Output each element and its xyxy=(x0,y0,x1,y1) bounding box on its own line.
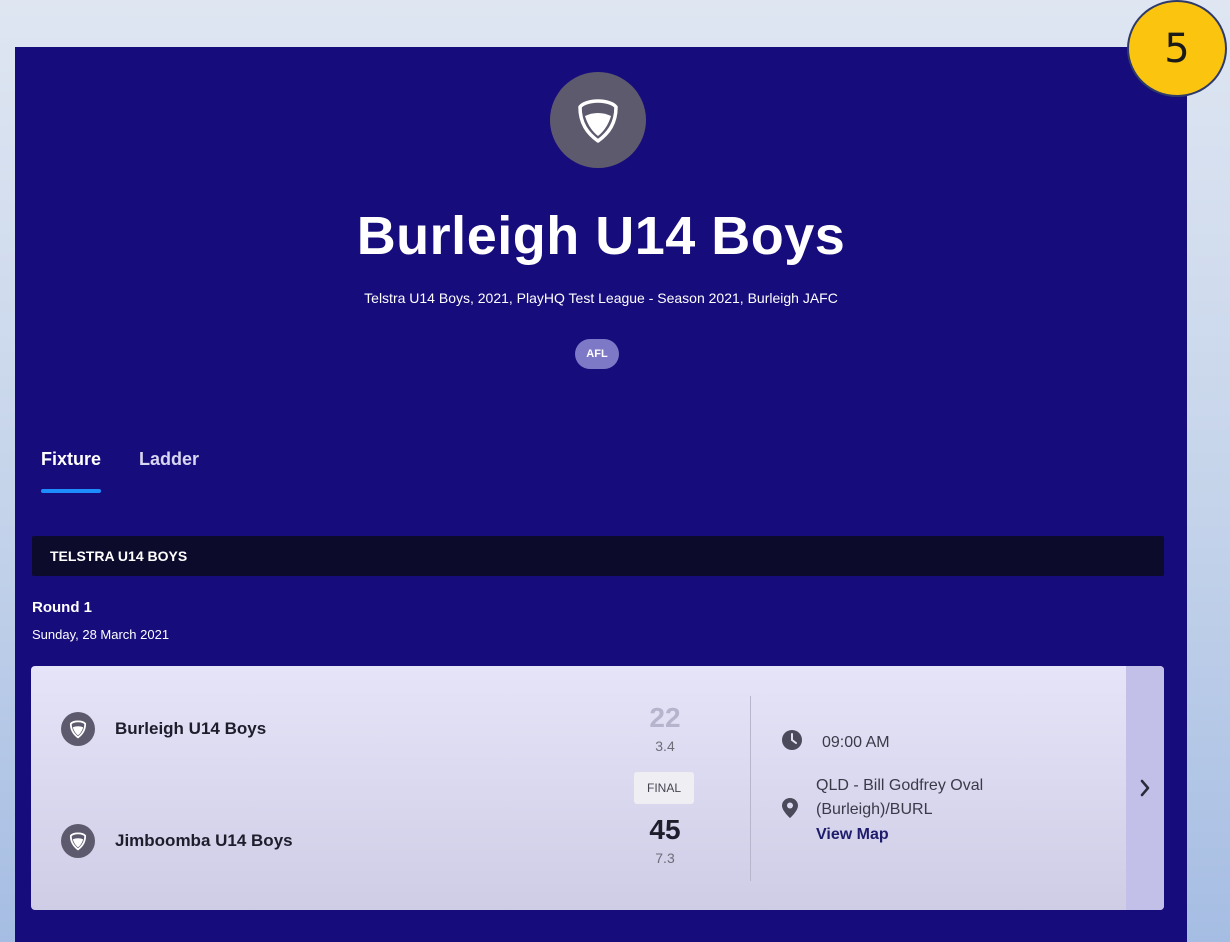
away-score-detail: 7.3 xyxy=(655,850,675,866)
round-date: Sunday, 28 March 2021 xyxy=(32,627,170,642)
venue-line-1: QLD - Bill Godfrey Oval xyxy=(816,777,984,794)
sport-badge: AFL xyxy=(575,339,619,369)
venue-line-2: (Burleigh)/BURL xyxy=(816,801,933,818)
map-pin-icon xyxy=(782,798,798,822)
home-team-name: Burleigh U14 Boys xyxy=(115,719,267,738)
chevron-right-icon xyxy=(1140,779,1150,797)
tab-fixture[interactable]: Fixture xyxy=(41,449,102,493)
match-details-button[interactable] xyxy=(1126,666,1164,910)
away-team-name: Jimboomba U14 Boys xyxy=(115,831,293,850)
page-title: Burleigh U14 Boys xyxy=(356,206,846,266)
tab-bar: Fixture Ladder xyxy=(41,449,199,493)
round-title: Round 1 xyxy=(32,599,92,616)
away-team: Jimboomba U14 Boys xyxy=(61,824,293,858)
match-time-text: 09:00 AM xyxy=(822,733,890,751)
home-score-detail: 3.4 xyxy=(655,738,675,754)
team-page: Burleigh U14 Boys Telstra U14 Boys, 2021… xyxy=(15,47,1187,942)
away-score-total: 45 xyxy=(649,814,681,845)
clock-icon xyxy=(782,730,802,755)
shield-icon xyxy=(578,99,618,143)
match-card[interactable]: Burleigh U14 Boys Jimboomba U14 Boys 22 … xyxy=(31,666,1164,910)
step-number-badge: 5 xyxy=(1127,0,1227,97)
view-map-link[interactable]: View Map xyxy=(816,826,889,844)
competition-header: TELSTRA U14 BOYS xyxy=(32,536,1164,576)
card-divider xyxy=(750,696,751,881)
match-time: 09:00 AM xyxy=(782,730,890,755)
shield-icon xyxy=(69,720,87,739)
away-score: 45 7.3 xyxy=(620,814,710,866)
team-logo xyxy=(550,72,646,168)
match-status-badge: FINAL xyxy=(634,772,694,804)
venue-name: QLD - Bill Godfrey Oval (Burleigh)/BURL xyxy=(816,774,1016,822)
home-team: Burleigh U14 Boys xyxy=(61,712,266,746)
home-team-logo xyxy=(61,712,95,746)
tab-ladder[interactable]: Ladder xyxy=(139,449,199,493)
home-score-total: 22 xyxy=(649,702,681,733)
page-subtitle: Telstra U14 Boys, 2021, PlayHQ Test Leag… xyxy=(364,290,838,306)
shield-icon xyxy=(69,832,87,851)
home-score: 22 3.4 xyxy=(620,702,710,754)
away-team-logo xyxy=(61,824,95,858)
